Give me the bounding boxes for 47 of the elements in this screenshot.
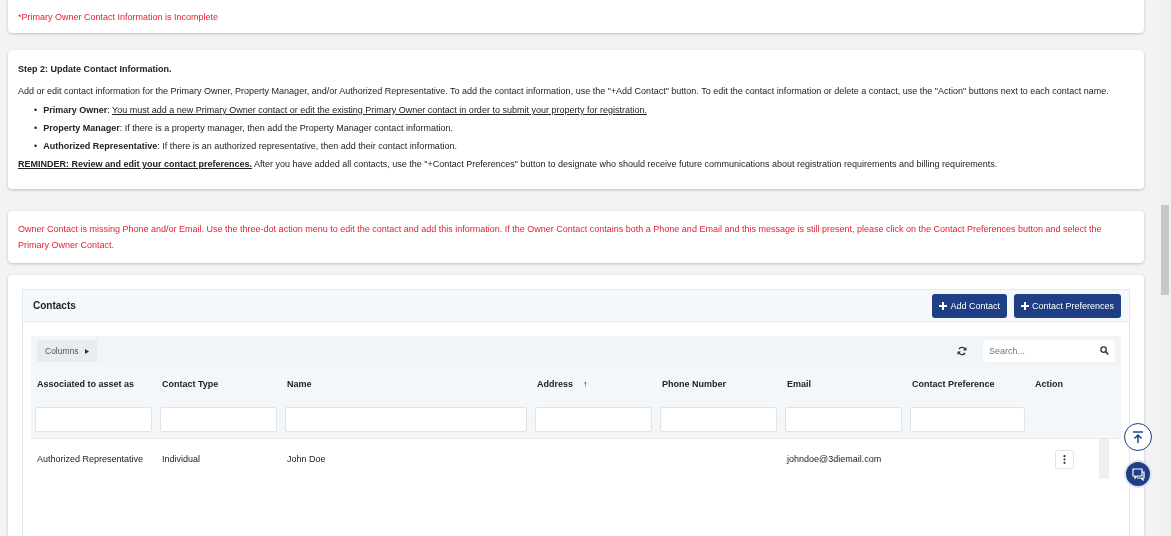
table-cell-text: John Doe — [287, 453, 326, 466]
column-header[interactable]: Contact Type — [162, 378, 219, 389]
caret-icon — [84, 348, 89, 354]
action-menu-button[interactable] — [1054, 449, 1074, 469]
bullet-icon: • — [34, 140, 38, 153]
column-header[interactable]: Action — [1035, 378, 1063, 389]
step-heading: Step 2: Update Contact Information. — [18, 63, 173, 76]
scrollbar[interactable] — [1099, 439, 1109, 479]
table-cell-text: Individual — [162, 453, 201, 466]
reminder-text: REMINDER: Review and edit your contact preferences. After you have added all contacts, use the "+Contact Preferences" button to designate who should receive future communications about registration requirements and billing requirements. — [18, 158, 999, 171]
search-icon — [1100, 346, 1109, 355]
refresh-icon[interactable] — [957, 346, 967, 356]
search-field[interactable]: Search... — [983, 340, 1115, 362]
warning-message: Owner Contact is missing Phone and/or Email. Use the three-dot action menu to edit the contact and add this information. If the Owner Contact contains both a Phone and Email and this message is still present, please click on the Contact Preferences button and select the Primary Owner Contact. — [8, 211, 1144, 263]
filter-field[interactable] — [535, 407, 652, 432]
contact-preferences-button[interactable]: Contact Preferences — [1013, 293, 1121, 318]
alert-message: *Primary Owner Contact Information is Incomplete — [8, 0, 1144, 33]
instructions-text: Add or edit contact information for the Primary Owner, Property Manager, and/or Authorized Representative. To add the contact information, use the "+Add Contact" button. To edit the contact information or delete a contact, use the "Action" buttons next to each contact name. — [18, 85, 1110, 98]
add-contact-button[interactable]: Add Contact — [932, 293, 1007, 318]
bullet-item: Authorized Representative: If there is an authorized representative, then add their contact information. — [43, 140, 457, 153]
plus-icon — [939, 301, 948, 310]
columns-button[interactable]: Columns — [37, 340, 97, 362]
column-header[interactable]: Phone Number — [662, 378, 726, 389]
plus-icon — [1020, 301, 1029, 310]
filter-field[interactable] — [660, 407, 777, 432]
chat-button[interactable] — [1124, 460, 1152, 488]
column-header[interactable]: Address — [537, 378, 573, 389]
table-cell-text: johndoe@3diemail.com — [787, 453, 882, 466]
bullet-item: Primary Owner: You must add a new Primary Owner contact or edit the existing Primary Owner contact in order to submit your property for registration. — [43, 104, 647, 117]
bullet-icon: • — [34, 104, 38, 117]
column-header[interactable]: Associated to asset as — [37, 378, 135, 389]
table-cell-text: Authorized Representative — [37, 453, 144, 466]
filter-field[interactable] — [35, 407, 152, 432]
kebab-menu-icon — [1062, 454, 1066, 464]
filter-field[interactable] — [285, 407, 527, 432]
filter-field[interactable] — [160, 407, 277, 432]
filter-field[interactable] — [785, 407, 902, 432]
column-header[interactable]: Contact Preference — [912, 378, 995, 389]
sort-indicator: ↑ — [583, 378, 588, 389]
bullet-item: Property Manager: If there is a property manager, then add the Property Manager contact information. — [43, 122, 453, 135]
column-header[interactable]: Email — [787, 378, 811, 389]
chat-icon — [1131, 467, 1145, 481]
column-header[interactable]: Name — [287, 378, 312, 389]
bullet-icon: • — [34, 122, 38, 135]
filter-field[interactable] — [910, 407, 1025, 432]
arrow-up-icon — [1132, 430, 1144, 444]
contacts-title: Contacts — [33, 300, 76, 311]
